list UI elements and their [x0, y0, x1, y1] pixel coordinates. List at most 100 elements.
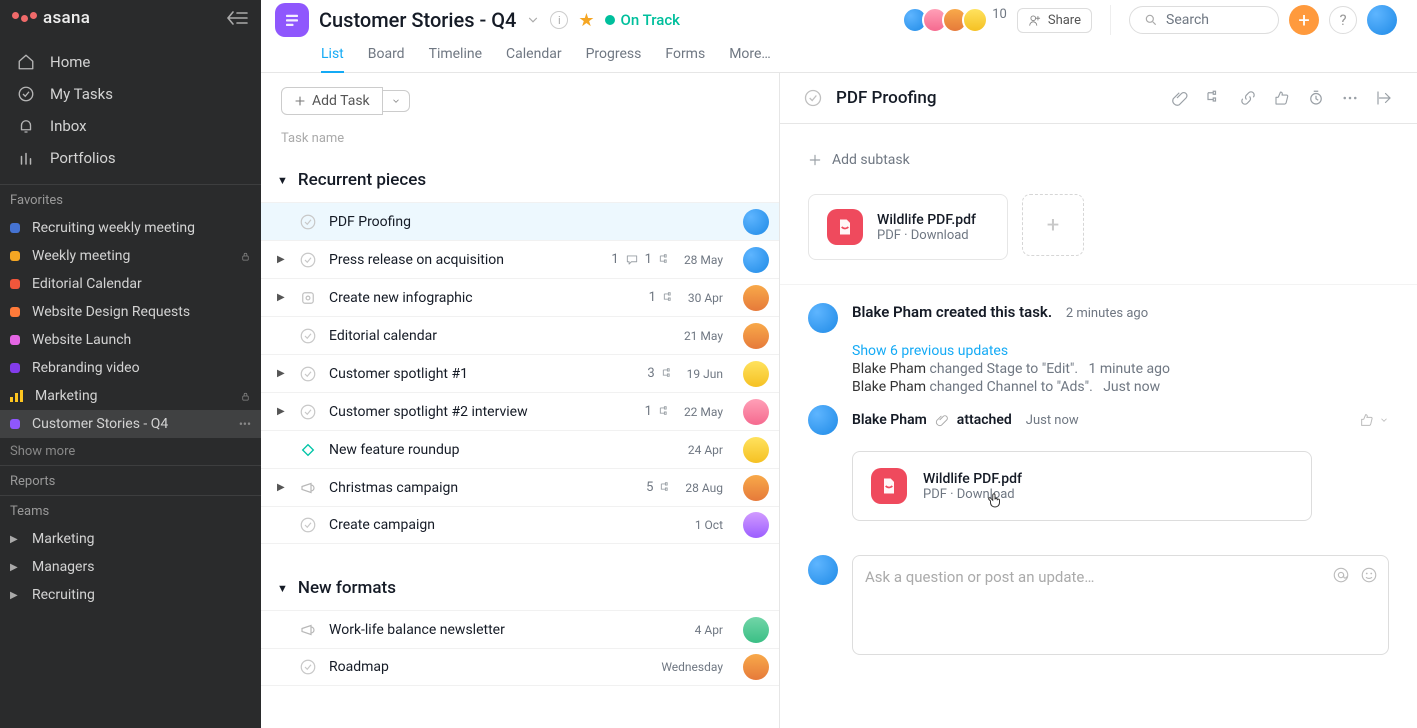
search-input[interactable]: Search [1129, 6, 1279, 34]
chevron-right-icon[interactable]: ▶ [277, 406, 287, 417]
section-recurrent-pieces[interactable]: ▼ Recurrent pieces [261, 158, 779, 202]
user-avatar[interactable] [1367, 5, 1397, 35]
nav-inbox[interactable]: Inbox [0, 110, 261, 142]
copy-link-icon[interactable] [1237, 87, 1259, 109]
complete-task-icon[interactable] [802, 87, 824, 109]
add-task-button[interactable]: Add Task [281, 87, 383, 115]
task-row[interactable]: ▶ Editorial calendar 21 May [261, 316, 779, 354]
sidebar-favorite-item[interactable]: Rebranding video [0, 354, 261, 382]
attachment-card[interactable]: Wildlife PDF.pdf PDF · Download [808, 194, 1008, 260]
assignee-avatar[interactable] [743, 437, 769, 463]
tab-calendar[interactable]: Calendar [506, 40, 562, 72]
assignee-avatar[interactable] [743, 361, 769, 387]
info-icon[interactable]: i [550, 11, 568, 29]
task-row[interactable]: ▶ Roadmap Wednesday [261, 648, 779, 686]
like-icon[interactable] [1271, 87, 1293, 109]
feed-attachment-card[interactable]: Wildlife PDF.pdf PDF · Download [852, 451, 1312, 521]
comment-input[interactable]: Ask a question or post an update… [852, 555, 1389, 655]
collapse-sidebar-button[interactable] [225, 10, 249, 26]
favorites-show-more[interactable]: Show more [0, 438, 261, 465]
project-menu-chevron-icon[interactable] [526, 13, 540, 27]
check-circle-icon[interactable] [299, 365, 317, 383]
assignee-avatar[interactable] [743, 247, 769, 273]
tab-progress[interactable]: Progress [586, 40, 642, 72]
tab-timeline[interactable]: Timeline [429, 40, 482, 72]
show-previous-updates[interactable]: Show 6 previous updates [852, 343, 1389, 359]
nav-my-tasks[interactable]: My Tasks [0, 78, 261, 110]
task-row[interactable]: ▶ Create campaign 1 Oct [261, 506, 779, 544]
task-row[interactable]: ▶ Work-life balance newsletter 4 Apr [261, 610, 779, 648]
add-task-dropdown[interactable] [383, 90, 410, 112]
chevron-right-icon[interactable]: ▶ [277, 292, 287, 303]
tab-forms[interactable]: Forms [665, 40, 705, 72]
star-icon[interactable]: ★ [578, 10, 594, 31]
sidebar-favorite-item[interactable]: Website Launch [0, 326, 261, 354]
attachment-icon[interactable] [1169, 87, 1191, 109]
assignee-avatar[interactable] [743, 475, 769, 501]
share-button[interactable]: Share [1017, 8, 1092, 33]
chevron-right-icon[interactable]: ▶ [277, 368, 287, 379]
tab-list[interactable]: List [321, 40, 344, 72]
nav-portfolios[interactable]: Portfolios [0, 142, 261, 174]
task-row[interactable]: ▶ Christmas campaign 5 28 Aug [261, 468, 779, 506]
check-circle-icon[interactable] [299, 213, 317, 231]
project-icon[interactable] [275, 3, 309, 37]
detail-title[interactable]: PDF Proofing [836, 88, 937, 108]
sidebar-favorite-item[interactable]: Recruiting weekly meeting [0, 214, 261, 242]
more-icon[interactable]: ••• [239, 417, 251, 431]
avatar[interactable] [808, 303, 838, 333]
emoji-icon[interactable] [1360, 566, 1378, 584]
tab-board[interactable]: Board [368, 40, 405, 72]
task-row[interactable]: ▶ PDF Proofing [261, 202, 779, 240]
assignee-avatar[interactable] [743, 617, 769, 643]
chevron-right-icon[interactable]: ▶ [277, 254, 287, 265]
assignee-avatar[interactable] [743, 285, 769, 311]
close-pane-icon[interactable] [1373, 87, 1395, 109]
more-icon[interactable] [1339, 87, 1361, 109]
mention-icon[interactable] [1332, 566, 1350, 584]
asana-logo[interactable]: asana [12, 8, 90, 28]
project-status[interactable]: On Track [605, 11, 680, 29]
check-circle-icon[interactable] [299, 516, 317, 534]
sidebar-favorite-item[interactable]: Website Design Requests [0, 298, 261, 326]
like-button[interactable] [1359, 412, 1389, 428]
assignee-avatar[interactable] [743, 512, 769, 538]
add-subtask-button[interactable]: Add subtask [780, 124, 1417, 188]
assignee-avatar[interactable] [743, 323, 769, 349]
assignee-avatar[interactable] [743, 654, 769, 680]
task-row[interactable]: ▶ Press release on acquisition 11 28 May [261, 240, 779, 278]
sidebar-team-item[interactable]: ▶Marketing [0, 525, 261, 553]
nav-home[interactable]: Home [0, 46, 261, 78]
milestone-diamond-icon[interactable] [299, 441, 317, 459]
tab-more[interactable]: More… [729, 40, 771, 72]
campaign-icon[interactable] [299, 621, 317, 639]
task-row[interactable]: ▶ New feature roundup 24 Apr [261, 430, 779, 468]
sidebar-team-item[interactable]: ▶Recruiting [0, 581, 261, 609]
assignee-avatar[interactable] [743, 209, 769, 235]
check-circle-icon[interactable] [299, 658, 317, 676]
section-new-formats[interactable]: ▼ New formats [261, 566, 779, 610]
quick-add-button[interactable]: + [1289, 5, 1319, 35]
project-title[interactable]: Customer Stories - Q4 [319, 8, 516, 32]
sidebar-favorite-item[interactable]: Editorial Calendar [0, 270, 261, 298]
subtasks-icon[interactable] [1203, 87, 1225, 109]
project-members[interactable]: 10 [908, 7, 1007, 33]
sidebar-favorite-item[interactable]: Customer Stories - Q4••• [0, 410, 261, 438]
reports-heading[interactable]: Reports [0, 465, 261, 495]
task-row[interactable]: ▶ Customer spotlight #1 3 19 Jun [261, 354, 779, 392]
task-row[interactable]: ▶ Create new infographic 1 30 Apr [261, 278, 779, 316]
check-circle-icon[interactable] [299, 327, 317, 345]
sidebar-team-item[interactable]: ▶Managers [0, 553, 261, 581]
check-circle-icon[interactable] [299, 251, 317, 269]
task-row[interactable]: ▶ Customer spotlight #2 interview 1 22 M… [261, 392, 779, 430]
help-button[interactable]: ? [1329, 6, 1357, 34]
campaign-icon[interactable] [299, 479, 317, 497]
chevron-right-icon[interactable]: ▶ [277, 482, 287, 493]
sidebar-favorite-item[interactable]: Marketing [0, 382, 261, 410]
sidebar-favorite-item[interactable]: Weekly meeting [0, 242, 261, 270]
avatar[interactable] [808, 555, 838, 585]
timer-icon[interactable] [1305, 87, 1327, 109]
add-attachment-button[interactable]: + [1022, 194, 1084, 256]
assignee-avatar[interactable] [743, 399, 769, 425]
avatar[interactable] [808, 405, 838, 435]
